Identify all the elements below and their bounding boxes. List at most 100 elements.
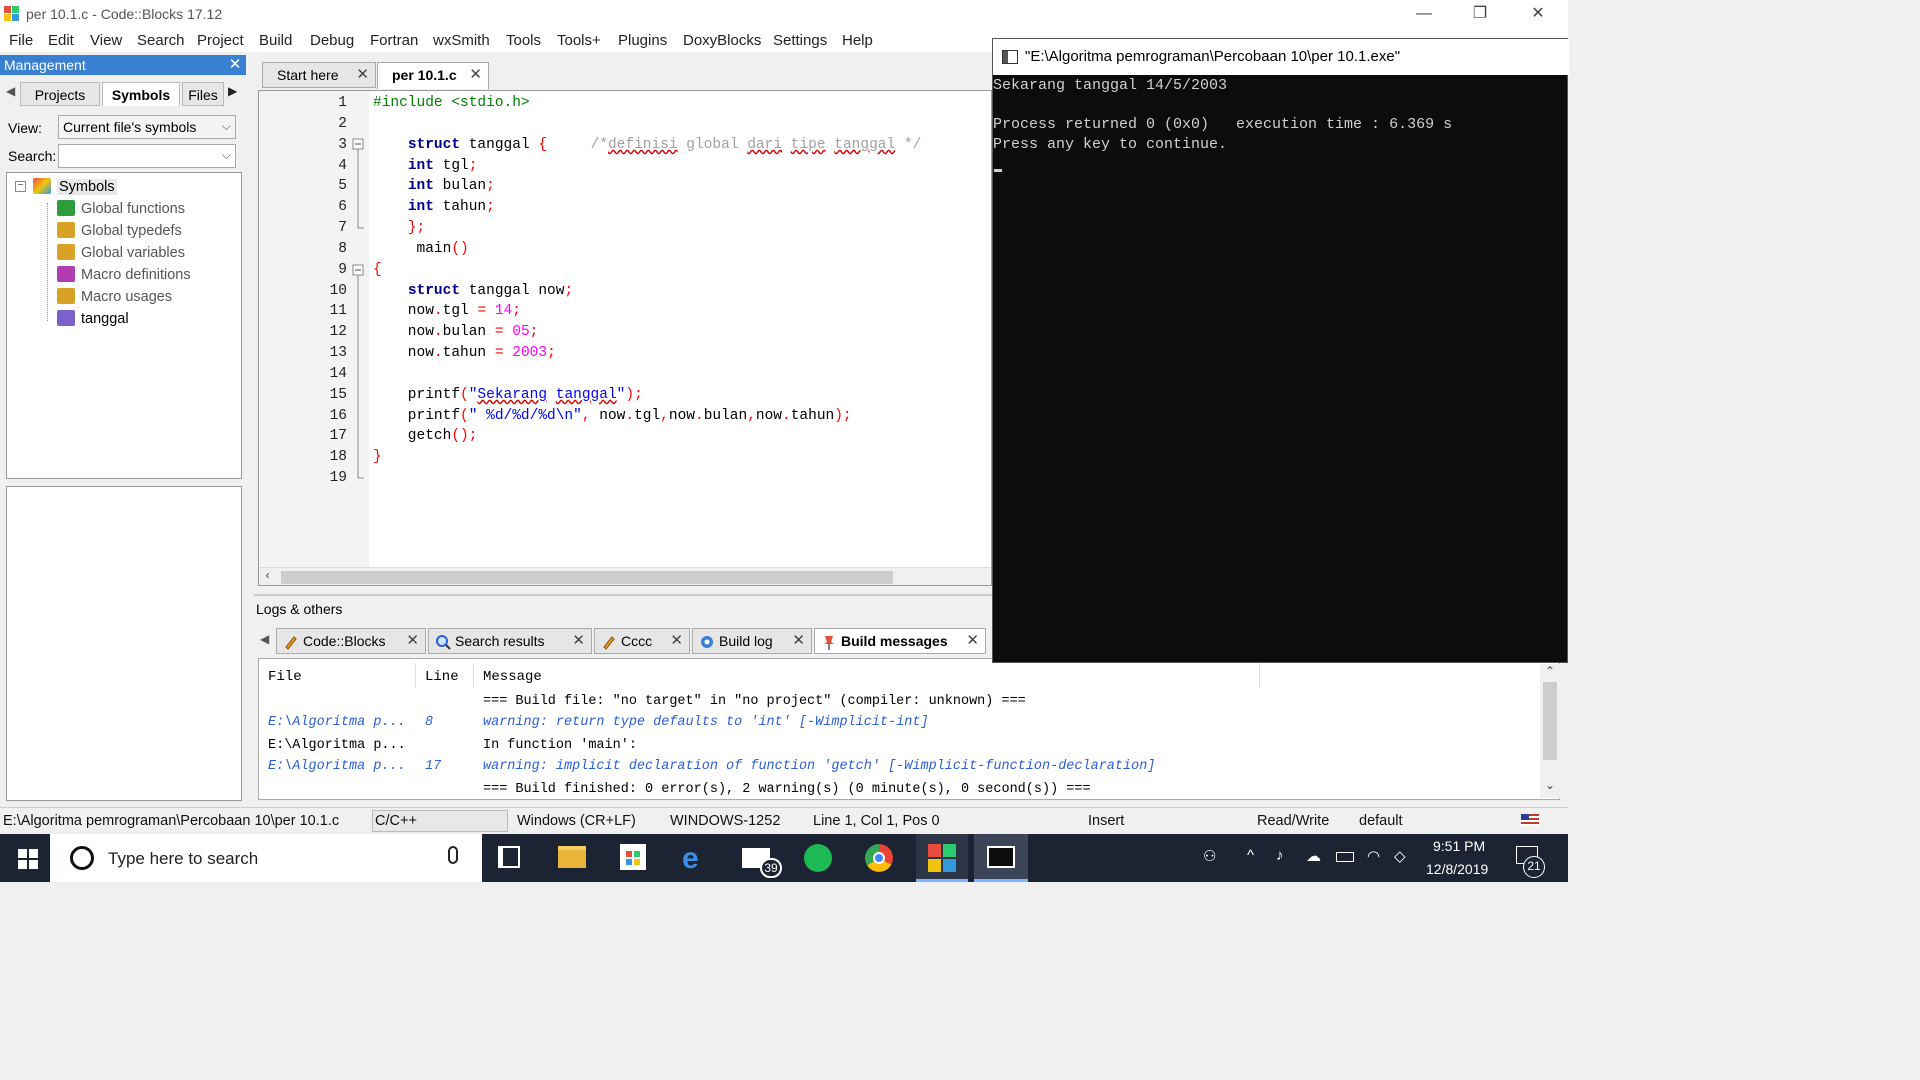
menu-doxyblocks[interactable]: DoxyBlocks	[683, 32, 761, 49]
editor-horizontal-scrollbar[interactable]: ‹	[259, 567, 991, 585]
tab-files[interactable]: Files	[182, 82, 224, 106]
chevron-up-icon[interactable]: ^	[1247, 847, 1254, 864]
menu-tools[interactable]: Tools	[506, 32, 541, 49]
tab-start-here[interactable]: Start here ✕	[262, 62, 376, 88]
spotify-icon[interactable]	[804, 844, 832, 872]
message-file[interactable]: E:\Algoritma p...	[268, 759, 406, 774]
message-text: === Build file: "no target" in "no proje…	[483, 694, 1026, 709]
tab-build-messages[interactable]: Build messages ✕	[814, 628, 986, 654]
close-icon[interactable]: ✕	[572, 629, 585, 653]
view-select[interactable]: Current file's symbols ⌵	[58, 115, 236, 139]
store-icon[interactable]	[620, 844, 646, 870]
menu-edit[interactable]: Edit	[48, 32, 74, 49]
menu-fortran[interactable]: Fortran	[370, 32, 418, 49]
tree-node-global-functions[interactable]: Global functions	[57, 198, 185, 220]
tab-symbols[interactable]: Symbols	[102, 82, 180, 106]
management-close-icon[interactable]: ✕	[226, 55, 244, 75]
scrollbar-thumb[interactable]	[281, 571, 893, 584]
splitter[interactable]	[254, 594, 994, 596]
message-file[interactable]: E:\Algoritma p...	[268, 738, 406, 753]
build-message-row[interactable]: === Build finished: 0 error(s), 2 warnin…	[483, 782, 1091, 797]
tab-scroll-right-icon[interactable]: ▶	[228, 84, 237, 98]
status-file-path: E:\Algoritma pemrograman\Percobaan 10\pe…	[3, 813, 340, 829]
menu-wxsmith[interactable]: wxSmith	[433, 32, 490, 49]
code-line: };	[407, 220, 426, 236]
tree-node-global-variables[interactable]: Global variables	[57, 242, 185, 264]
menu-plugins[interactable]: Plugins	[618, 32, 667, 49]
tab-codeblocks-log[interactable]: Code::Blocks ✕	[276, 628, 426, 654]
tab-search-results[interactable]: Search results ✕	[428, 628, 592, 654]
battery-icon[interactable]	[1336, 852, 1354, 862]
close-icon[interactable]: ✕	[356, 63, 369, 87]
tab-cccc[interactable]: Cccc ✕	[594, 628, 690, 654]
tree-node-macro-definitions[interactable]: Macro definitions	[57, 264, 191, 286]
file-explorer-icon[interactable]	[558, 846, 586, 868]
close-icon[interactable]: ✕	[792, 629, 805, 653]
column-divider	[1259, 663, 1260, 687]
line-number: 18	[329, 449, 347, 465]
collapse-icon[interactable]: −	[15, 181, 26, 192]
microphone-icon[interactable]	[448, 846, 458, 864]
folder-icon	[57, 244, 75, 260]
onedrive-icon[interactable]: ☁	[1306, 847, 1321, 865]
menu-project[interactable]: Project	[197, 32, 244, 49]
tree-node-global-typedefs[interactable]: Global typedefs	[57, 220, 182, 242]
column-header-message[interactable]: Message	[483, 669, 542, 685]
menu-help[interactable]: Help	[842, 32, 873, 49]
status-bar: E:\Algoritma pemrograman\Percobaan 10\pe…	[0, 807, 1568, 834]
logs-vertical-scrollbar[interactable]: ⌃ ⌄	[1540, 664, 1560, 798]
tab-scroll-left-icon[interactable]: ◀	[260, 632, 269, 646]
message-text[interactable]: warning: implicit declaration of functio…	[483, 759, 1155, 774]
tab-build-log[interactable]: Build log ✕	[692, 628, 812, 654]
close-icon[interactable]: ✕	[406, 629, 419, 653]
tab-per-10-1-c[interactable]: per 10.1.c ✕	[377, 62, 489, 89]
scrollbar-thumb[interactable]	[1543, 682, 1557, 760]
close-icon[interactable]: ✕	[670, 629, 683, 653]
message-file[interactable]: E:\Algoritma p...	[268, 715, 406, 730]
dropbox-icon[interactable]: ◇	[1394, 847, 1406, 865]
code-editor[interactable]: 1 2 3 4 5 6 7 8 9 10 11 12 13 14 15 16 1…	[258, 90, 992, 586]
column-divider	[473, 663, 474, 687]
tree-node-tanggal[interactable]: tanggal	[57, 308, 129, 330]
tree-node-symbols[interactable]: Symbols	[33, 176, 117, 198]
clock-date[interactable]: 12/8/2019	[1426, 861, 1488, 877]
windows-start-icon[interactable]	[18, 849, 38, 869]
menu-search[interactable]: Search	[137, 32, 185, 49]
menu-view[interactable]: View	[90, 32, 122, 49]
clock-time[interactable]: 9:51 PM	[1433, 838, 1485, 854]
chrome-icon[interactable]	[865, 844, 893, 872]
edge-browser-icon[interactable]: e	[682, 842, 699, 876]
scroll-down-icon[interactable]: ⌄	[1545, 778, 1555, 792]
menu-debug[interactable]: Debug	[310, 32, 354, 49]
menu-file[interactable]: File	[9, 32, 33, 49]
taskbar-search-box[interactable]: Type here to search	[50, 834, 482, 882]
message-text[interactable]: warning: return type defaults to 'int' […	[483, 715, 929, 730]
menu-tools-plus[interactable]: Tools+	[557, 32, 601, 49]
people-icon[interactable]: ⚇	[1203, 847, 1216, 865]
scroll-left-icon[interactable]: ‹	[264, 569, 271, 583]
console-window[interactable]: "E:\Algoritma pemrograman\Percobaan 10\p…	[992, 38, 1569, 663]
maximize-button[interactable]: ❐	[1452, 0, 1508, 30]
code-line: struct tanggal now;	[407, 283, 574, 299]
console-taskbar-item[interactable]	[974, 834, 1028, 882]
codeblocks-taskbar-item[interactable]	[916, 834, 968, 882]
minimize-button[interactable]: —	[1396, 0, 1452, 30]
wifi-icon[interactable]: ◠	[1367, 847, 1380, 865]
gear-icon	[699, 633, 715, 649]
tree-node-macro-usages[interactable]: Macro usages	[57, 286, 172, 308]
message-text[interactable]: In function 'main':	[483, 738, 637, 753]
build-message-row[interactable]: === Build file: "no target" in "no proje…	[483, 694, 1026, 709]
symbol-search-input[interactable]: ⌵	[58, 144, 236, 168]
close-button[interactable]: ✕	[1510, 0, 1566, 30]
close-icon[interactable]: ✕	[966, 629, 979, 653]
menu-build[interactable]: Build	[259, 32, 292, 49]
volume-icon[interactable]: ♪	[1276, 847, 1284, 864]
column-header-line[interactable]: Line	[425, 669, 459, 685]
task-view-icon[interactable]	[498, 846, 520, 868]
column-header-file[interactable]: File	[268, 669, 302, 685]
menu-settings[interactable]: Settings	[773, 32, 827, 49]
tab-scroll-left-icon[interactable]: ◀	[6, 84, 15, 98]
tab-projects[interactable]: Projects	[20, 82, 100, 106]
scroll-up-icon[interactable]: ⌃	[1545, 664, 1555, 678]
close-icon[interactable]: ✕	[469, 63, 482, 87]
